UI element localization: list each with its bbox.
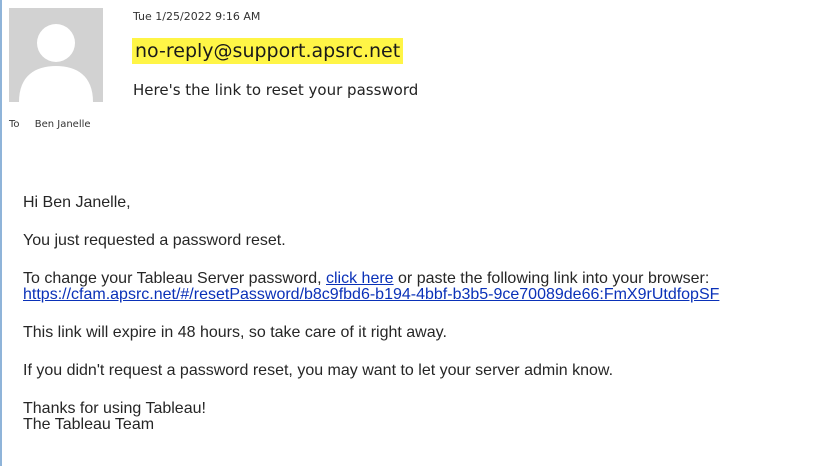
email-body: Hi Ben Janelle, You just requested a pas… xyxy=(23,164,839,454)
reset-url-line: https://cfam.apsrc.net/#/resetPassword/b… xyxy=(23,286,719,304)
pane-left-border xyxy=(0,0,2,466)
received-date: Tue 1/25/2022 9:16 AM xyxy=(133,10,261,23)
signature-line: The Tableau Team xyxy=(23,416,155,433)
recipient-name[interactable]: Ben Janelle xyxy=(35,119,91,130)
email-reading-pane: Tue 1/25/2022 9:16 AM no-reply@support.a… xyxy=(0,0,839,466)
requested-line: You just requested a password reset. xyxy=(23,232,286,249)
reset-password-link[interactable]: https://cfam.apsrc.net/#/resetPassword/b… xyxy=(23,286,719,303)
expire-line: This link will expire in 48 hours, so ta… xyxy=(23,324,447,341)
email-subject: Here's the link to reset your password xyxy=(133,81,419,99)
change-text-after: or paste the following link into your br… xyxy=(393,270,710,287)
click-here-link[interactable]: click here xyxy=(326,270,394,287)
person-silhouette-icon xyxy=(9,8,103,102)
greeting-line: Hi Ben Janelle, xyxy=(23,194,131,211)
recipient-row: To Ben Janelle xyxy=(9,119,91,130)
admin-line: If you didn't request a password reset, … xyxy=(23,362,614,379)
change-text-before: To change your Tableau Server password, xyxy=(23,270,326,287)
sender-address[interactable]: no-reply@support.apsrc.net xyxy=(132,38,404,64)
to-label: To xyxy=(9,119,20,130)
sender-avatar[interactable] xyxy=(9,8,103,102)
